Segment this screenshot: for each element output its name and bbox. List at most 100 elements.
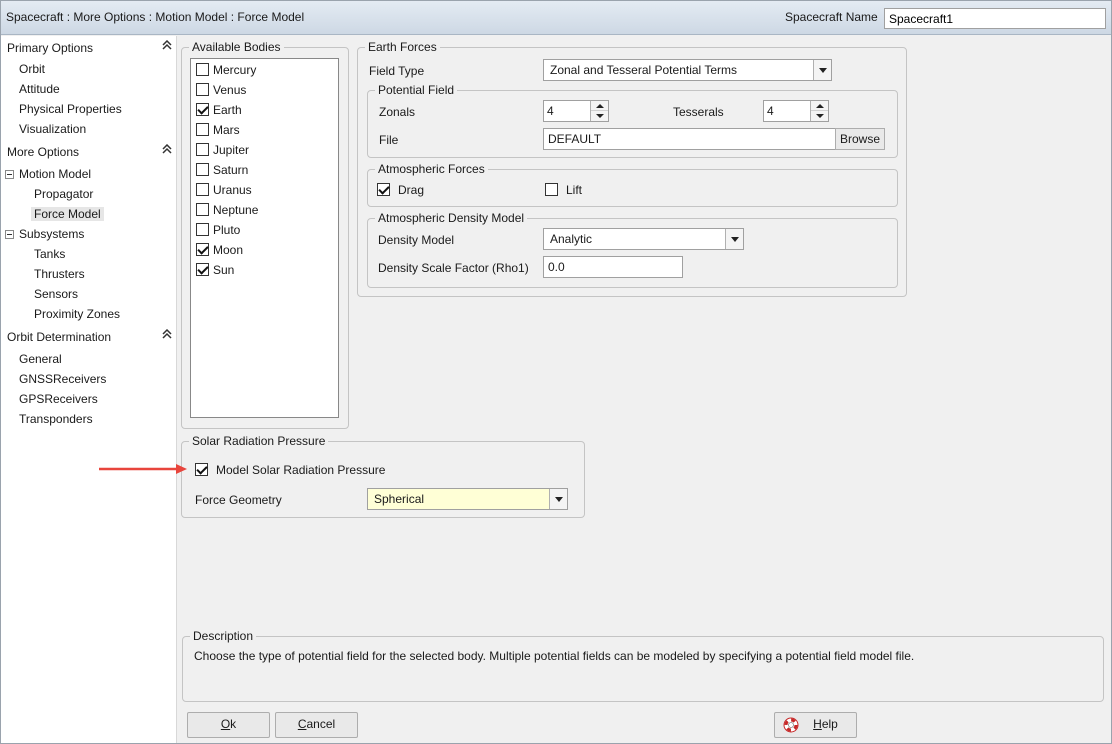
density-scale-input[interactable]: 0.0 xyxy=(543,256,683,278)
drag-checkbox[interactable] xyxy=(377,182,390,197)
checkbox-unchecked-icon[interactable] xyxy=(196,143,209,157)
nav-item-gnss-receivers[interactable]: GNSSReceivers xyxy=(19,369,106,389)
nav-item-physical-properties[interactable]: Physical Properties xyxy=(19,99,122,119)
body-item-sun[interactable]: Sun xyxy=(196,260,234,280)
lift-checkbox[interactable] xyxy=(545,182,558,197)
description-group: Description xyxy=(182,629,1104,702)
body-item-neptune[interactable]: Neptune xyxy=(196,200,258,220)
checkbox-unchecked-icon[interactable] xyxy=(196,63,209,77)
available-bodies-list: Mercury Venus Earth Mars Jupiter Saturn Uranus… xyxy=(190,58,339,418)
body-item-pluto[interactable]: Pluto xyxy=(196,220,240,240)
nav-item-force-model[interactable]: Force Model xyxy=(31,204,104,224)
force-geometry-dropdown[interactable]: Spherical xyxy=(367,488,568,510)
body-item-uranus[interactable]: Uranus xyxy=(196,180,252,200)
tree-collapse-icon[interactable] xyxy=(5,230,14,239)
tesserals-label: Tesserals xyxy=(673,105,724,119)
checkbox-unchecked-icon[interactable] xyxy=(196,203,209,217)
body-item-jupiter[interactable]: Jupiter xyxy=(196,140,249,160)
nav-item-thrusters[interactable]: Thrusters xyxy=(34,264,85,284)
help-button[interactable]: Help xyxy=(774,712,857,738)
nav-item-sensors[interactable]: Sensors xyxy=(34,284,78,304)
body-item-mars[interactable]: Mars xyxy=(196,120,240,140)
tesserals-value: 4 xyxy=(767,104,774,118)
checkbox-unchecked-icon[interactable] xyxy=(545,183,558,197)
chevron-down-icon[interactable] xyxy=(549,489,567,509)
nav-item-propagator[interactable]: Propagator xyxy=(34,184,93,204)
body-item-label: Saturn xyxy=(213,163,249,177)
cancel-label: ancel xyxy=(306,717,336,731)
body-item-label: Uranus xyxy=(213,183,252,197)
body-item-saturn[interactable]: Saturn xyxy=(196,160,248,180)
checkbox-unchecked-icon[interactable] xyxy=(196,163,209,177)
nav-item-subsystems[interactable]: Subsystems xyxy=(19,224,84,244)
help-accelerator: H xyxy=(813,717,822,731)
spacecraft-name-label: Spacecraft Name xyxy=(785,10,878,24)
zonals-spinner[interactable]: 4 xyxy=(543,100,609,122)
cancel-button[interactable]: Cancel xyxy=(275,712,358,738)
tesserals-spinner[interactable]: 4 xyxy=(763,100,829,122)
spin-up-icon[interactable] xyxy=(811,101,828,111)
checkbox-checked-icon[interactable] xyxy=(196,243,209,257)
collapse-icon[interactable] xyxy=(161,142,173,162)
spinner-arrows[interactable] xyxy=(810,101,828,121)
spin-down-icon[interactable] xyxy=(591,111,608,121)
model-srp-checkbox[interactable] xyxy=(195,462,208,477)
nav-item-transponders[interactable]: Transponders xyxy=(19,409,93,429)
checkbox-unchecked-icon[interactable] xyxy=(196,83,209,97)
checkbox-checked-icon[interactable] xyxy=(196,263,209,277)
checkbox-checked-icon[interactable] xyxy=(196,103,209,117)
spinner-arrows[interactable] xyxy=(590,101,608,121)
description-text: Choose the type of potential field for t… xyxy=(194,649,915,663)
chevron-down-icon[interactable] xyxy=(813,60,831,80)
file-input[interactable]: DEFAULT xyxy=(543,128,837,150)
nav-section-more-options[interactable]: More Options xyxy=(7,142,175,162)
checkbox-checked-icon[interactable] xyxy=(195,463,208,477)
nav-section-label: Primary Options xyxy=(7,41,94,55)
nav-item-proximity-zones[interactable]: Proximity Zones xyxy=(34,304,120,324)
collapse-icon[interactable] xyxy=(161,327,173,347)
tree-collapse-icon[interactable] xyxy=(5,170,14,179)
nav-section-label: Orbit Determination xyxy=(7,330,112,344)
nav-item-gps-receivers[interactable]: GPSReceivers xyxy=(19,389,98,409)
ok-label: k xyxy=(230,717,237,731)
help-label: elp xyxy=(821,717,838,731)
nav-item-force-model-label: Force Model xyxy=(31,207,104,221)
nav-item-attitude[interactable]: Attitude xyxy=(19,79,60,99)
annotation-arrow-icon xyxy=(99,464,187,474)
field-type-dropdown[interactable]: Zonal and Tesseral Potential Terms xyxy=(543,59,832,81)
body-item-label: Earth xyxy=(213,103,242,117)
spin-up-icon[interactable] xyxy=(591,101,608,111)
nav-item-visualization[interactable]: Visualization xyxy=(19,119,86,139)
body-item-moon[interactable]: Moon xyxy=(196,240,243,260)
body-item-label: Moon xyxy=(213,243,244,257)
body-item-mercury[interactable]: Mercury xyxy=(196,60,256,80)
header-bar: Spacecraft : More Options : Motion Model… xyxy=(1,1,1111,35)
breadcrumb-path: Spacecraft : More Options : Motion Model… xyxy=(6,10,305,24)
checkbox-unchecked-icon[interactable] xyxy=(196,183,209,197)
spin-down-icon[interactable] xyxy=(811,111,828,121)
spacecraft-name-input[interactable] xyxy=(884,8,1106,29)
browse-button[interactable]: Browse xyxy=(835,128,885,150)
nav-item-motion-model[interactable]: Motion Model xyxy=(19,164,91,184)
body-item-venus[interactable]: Venus xyxy=(196,80,246,100)
atmospheric-density-title: Atmospheric Density Model xyxy=(375,211,528,225)
density-model-dropdown[interactable]: Analytic xyxy=(543,228,744,250)
collapse-icon[interactable] xyxy=(161,38,173,58)
force-geometry-label: Force Geometry xyxy=(195,493,282,507)
nav-section-primary-options[interactable]: Primary Options xyxy=(7,38,175,58)
atmospheric-forces-group: Atmospheric Forces xyxy=(367,162,898,207)
checkbox-unchecked-icon[interactable] xyxy=(196,223,209,237)
model-srp-label: Model Solar Radiation Pressure xyxy=(216,463,386,477)
field-type-label: Field Type xyxy=(369,64,425,78)
nav-section-orbit-determination[interactable]: Orbit Determination xyxy=(7,327,175,347)
available-bodies-title: Available Bodies xyxy=(189,40,284,54)
checkbox-checked-icon[interactable] xyxy=(377,183,390,197)
checkbox-unchecked-icon[interactable] xyxy=(196,123,209,137)
body-item-earth[interactable]: Earth xyxy=(196,100,242,120)
chevron-down-icon[interactable] xyxy=(725,229,743,249)
ok-button[interactable]: Ok xyxy=(187,712,270,738)
nav-item-general[interactable]: General xyxy=(19,349,62,369)
body-item-label: Mercury xyxy=(213,63,257,77)
nav-item-orbit[interactable]: Orbit xyxy=(19,59,45,79)
nav-item-tanks[interactable]: Tanks xyxy=(34,244,65,264)
